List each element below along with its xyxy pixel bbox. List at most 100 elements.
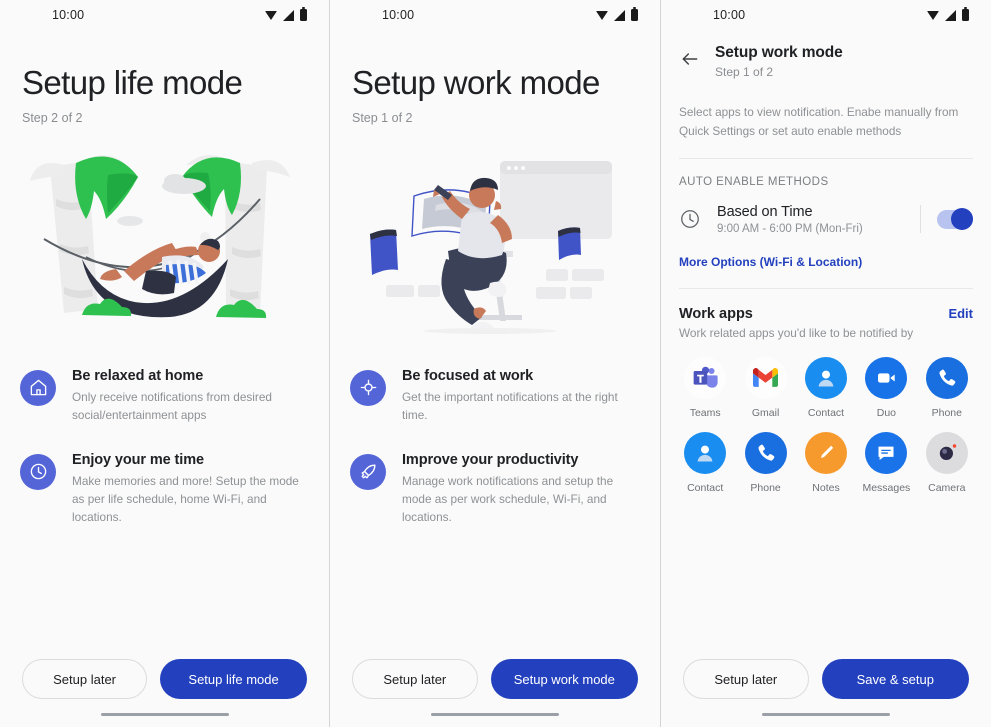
detail-header: Setup work mode Step 1 of 2 [661,30,991,79]
focus-crosshair-icon [350,369,386,406]
signal-icon [614,9,625,21]
feature-text: Be focused at work Get the important not… [402,367,640,425]
three-phone-screens: 10:00 Setup life mode Step 2 of 2 Be rel… [0,0,991,727]
feature-title: Be relaxed at home [72,367,204,384]
teams-icon [684,356,727,399]
app-label: Messages [862,481,911,494]
feature-text: Improve your productivity Manage work no… [402,451,640,527]
footer-actions: Setup later Save & setup [661,659,991,699]
signal-icon [283,9,294,21]
wifi-icon [596,10,608,20]
save-and-setup-button[interactable]: Save & setup [821,659,969,699]
more-options-link[interactable]: More Options (Wi-Fi & Location) [661,235,880,269]
setup-life-mode-button[interactable]: Setup life mode [160,659,307,699]
app-label: Camera [928,481,966,494]
screen-setup-life-mode: 10:00 Setup life mode Step 2 of 2 Be rel… [0,0,330,727]
gesture-home-indicator[interactable] [431,712,559,716]
battery-icon [300,6,307,21]
rocket-icon [350,453,386,490]
app-item-notes[interactable]: Notes [796,431,856,494]
feature-list: Be relaxed at home Only receive notifica… [0,367,329,526]
toggle-knob [951,208,973,231]
app-item-camera[interactable]: Camera [917,431,977,494]
phone-icon [925,356,968,399]
screen-work-mode-settings: 10:00 Setup work mode Step 1 of 2 Select… [661,0,991,727]
setup-later-button[interactable]: Setup later [683,659,809,699]
app-item-gmail[interactable]: Gmail [735,356,795,419]
app-item-contact-2[interactable]: Contact [675,431,735,494]
footer-actions: Setup later Setup work mode [330,659,660,699]
method-text: Based on Time 9:00 AM - 6:00 PM (Mon-Fri… [701,204,920,235]
home-icon [20,369,56,406]
signal-icon [945,9,956,21]
app-item-messages[interactable]: Messages [856,431,916,494]
page-header: Setup life mode Step 2 of 2 [0,30,329,125]
clock-icon [679,208,701,230]
wifi-icon [265,10,277,20]
detail-header-text: Setup work mode Step 1 of 2 [715,44,843,79]
feature-desc: Only receive notifications from desired … [72,389,272,423]
page-title: Setup life mode [22,64,243,101]
page-title: Setup work mode [352,64,600,101]
gesture-home-indicator[interactable] [762,712,890,716]
work-apps-subtitle: Work related apps you'd like to be notif… [679,325,914,340]
app-item-contact[interactable]: Contact [796,356,856,419]
status-icons [265,6,307,21]
based-on-time-toggle[interactable] [937,208,973,231]
working-person-illustration [330,139,660,349]
feature-title: Improve your productivity [402,451,579,468]
status-bar: 10:00 [330,0,660,30]
section-label-auto-enable: AUTO ENABLE METHODS [679,175,829,188]
phone-icon [744,431,787,474]
contact-icon [804,356,847,399]
edit-apps-button[interactable]: Edit [948,306,973,321]
setup-later-button[interactable]: Setup later [22,659,148,699]
status-icons [596,6,638,21]
feature-item: Be focused at work Get the important not… [350,367,640,425]
step-indicator: Step 1 of 2 [715,65,774,79]
app-label: Contact [687,481,724,494]
app-label: Gmail [751,406,780,419]
hammock-illustration [0,139,329,349]
app-item-duo[interactable]: Duo [856,356,916,419]
status-icons [927,6,969,21]
status-time: 10:00 [382,8,415,22]
page-description: Select apps to view notification. Enabe … [679,105,959,138]
feature-title: Enjoy your me time [72,451,204,468]
feature-item: Enjoy your me time Make memories and mor… [20,451,309,527]
camera-icon [925,431,968,474]
gesture-home-indicator[interactable] [100,712,229,716]
screen-setup-work-mode: 10:00 Setup work mode Step 1 of 2 Be foc… [330,0,661,727]
vertical-divider [920,205,921,234]
feature-item: Be relaxed at home Only receive notifica… [20,367,309,425]
footer-actions: Setup later Setup life mode [0,659,329,699]
feature-text: Enjoy your me time Make memories and mor… [72,451,309,527]
battery-icon [962,6,969,21]
step-indicator: Step 1 of 2 [352,110,413,125]
work-apps-title: Work apps [679,305,753,322]
feature-desc: Make memories and more! Setup the mode a… [72,473,299,525]
work-apps-header: Work apps Edit [661,289,991,322]
setup-later-button[interactable]: Setup later [352,659,478,699]
feature-item: Improve your productivity Manage work no… [350,451,640,527]
feature-desc: Get the important notifications at the r… [402,389,618,423]
feature-text: Be relaxed at home Only receive notifica… [72,367,309,425]
app-item-phone[interactable]: Phone [917,356,977,419]
step-indicator: Step 2 of 2 [22,110,83,125]
clock-icon [20,453,56,490]
app-label: Phone [931,406,962,419]
method-row-based-on-time[interactable]: Based on Time 9:00 AM - 6:00 PM (Mon-Fri… [661,188,991,235]
messages-icon [865,431,908,474]
status-time: 10:00 [713,8,746,22]
work-apps-grid: Teams Gmail Contact Duo Phone Contact Ph… [661,340,991,494]
page-title: Setup work mode [715,44,843,61]
app-item-teams[interactable]: Teams [675,356,735,419]
app-label: Teams [689,406,721,419]
method-subtitle: 9:00 AM - 6:00 PM (Mon-Fri) [717,222,863,235]
app-label: Duo [876,406,897,419]
app-item-phone-2[interactable]: Phone [735,431,795,494]
setup-work-mode-button[interactable]: Setup work mode [490,659,638,699]
contact-icon [684,431,727,474]
back-arrow-icon[interactable] [679,48,701,70]
feature-title: Be focused at work [402,367,534,384]
